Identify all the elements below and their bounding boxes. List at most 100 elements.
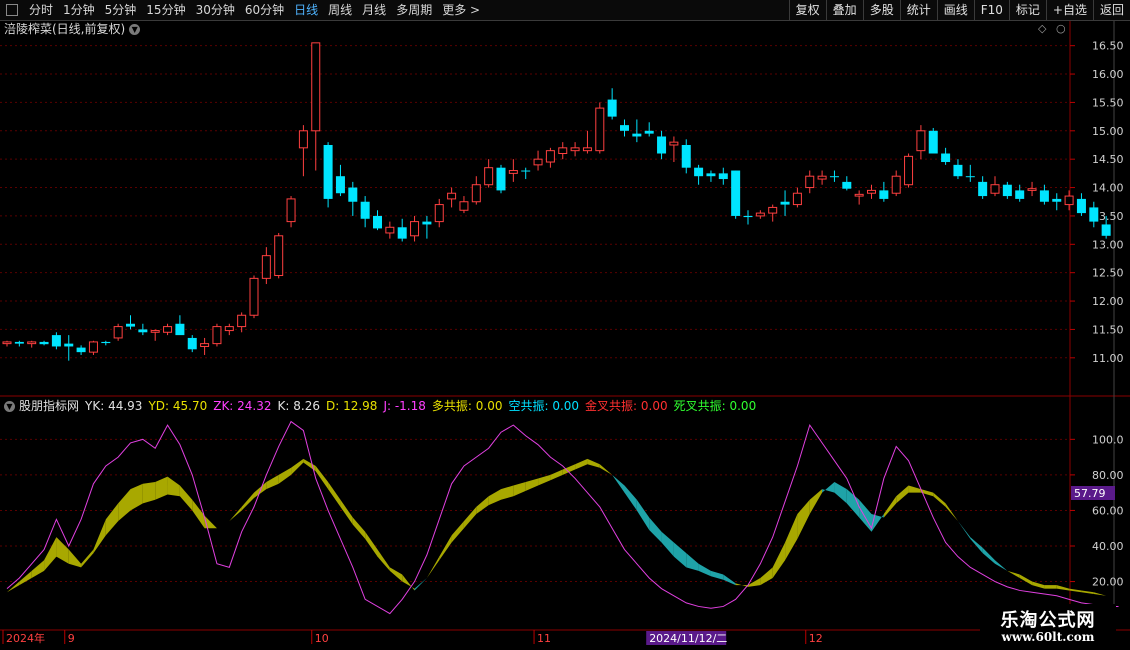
indicator-band-segment <box>167 476 180 497</box>
price-tick-label: 11.50 <box>1092 323 1124 336</box>
price-tick-label: 15.00 <box>1092 125 1124 138</box>
indicator-band-segment <box>797 499 810 539</box>
indicator-band-segment <box>81 549 94 568</box>
candle-body-up <box>595 107 605 152</box>
candle-body-down <box>360 201 370 219</box>
candle-body-up <box>669 141 679 146</box>
candle-body-down <box>941 153 951 163</box>
candle-body-down <box>743 215 753 218</box>
candle-body-down <box>657 136 667 154</box>
price-tick-label: 16.00 <box>1092 68 1124 81</box>
indicator-band-segment <box>883 496 897 518</box>
indicator-band-segment <box>266 474 279 490</box>
candle-body-down <box>335 176 345 194</box>
candle-body-up <box>410 221 420 237</box>
indicator-band-segment <box>488 489 501 506</box>
indicator-band-segment <box>68 549 82 568</box>
candle-body-up <box>1027 188 1037 191</box>
logo-text: 乐淘公式网 <box>1000 610 1096 631</box>
price-tick-label: 14.00 <box>1092 182 1124 195</box>
indicator-band-segment <box>155 476 168 500</box>
ind-tick-label: 60.00 <box>1092 504 1124 517</box>
candle-body-up <box>27 341 37 345</box>
j-line <box>6 420 1119 615</box>
candle-body-up <box>286 198 296 223</box>
indicator-band-segment <box>315 466 329 490</box>
candle-body-down <box>879 190 889 199</box>
ind-tick-label: 100.0 <box>1092 433 1124 446</box>
candle-body-down <box>175 323 185 336</box>
candle-body-up <box>434 204 444 223</box>
candle-body-down <box>101 341 111 344</box>
candle-body-up <box>249 277 259 316</box>
indicator-band-segment <box>612 474 625 493</box>
indicator-band-segment <box>970 537 983 554</box>
indicator-band-segment <box>550 469 563 481</box>
kline-chart[interactable]: 16.5016.0015.5015.0014.5014.0013.5013.00… <box>0 0 1130 650</box>
date-label: 10 <box>315 632 329 645</box>
indicator-band-segment <box>982 547 995 564</box>
indicator-band-segment <box>439 535 452 561</box>
candle-body-up <box>150 330 160 333</box>
candle-body-up <box>484 167 494 186</box>
candle-body-down <box>780 201 790 205</box>
indicator-band-segment <box>352 517 366 539</box>
candle-body-down <box>718 173 728 180</box>
candle-body-down <box>842 181 852 189</box>
indicator-band-segment <box>723 574 736 586</box>
candle-body-up <box>558 147 568 155</box>
ind-tick-label: 40.00 <box>1092 540 1124 553</box>
candle-body-up <box>805 175 815 189</box>
candle-body-up <box>88 341 98 353</box>
candle-body-down <box>1015 190 1025 199</box>
indicator-band-segment <box>426 556 440 578</box>
candle-body-down <box>607 99 617 117</box>
indicator-band-segment <box>365 531 378 557</box>
candle-body-down <box>706 173 716 177</box>
candle-body-down <box>187 337 197 350</box>
candle-body-down <box>348 187 358 202</box>
candle-body-down <box>126 323 135 327</box>
indicator-band-segment <box>834 482 847 504</box>
price-tick-label: 11.00 <box>1092 352 1124 365</box>
candle-body-down <box>1089 207 1099 222</box>
indicator-band-segment <box>525 478 539 491</box>
indicator-band-segment <box>414 578 427 591</box>
price-tick-label: 12.00 <box>1092 295 1124 308</box>
candle-body-up <box>768 206 778 214</box>
candle-body-down <box>138 329 148 333</box>
indicator-band-segment <box>933 492 946 507</box>
candle-body-up <box>237 314 247 328</box>
indicator-band-segment <box>649 517 662 543</box>
indicator-band-segment <box>501 485 514 500</box>
price-tick-label: 12.50 <box>1092 267 1124 280</box>
indicator-band-segment <box>945 503 958 522</box>
candle-body-down <box>39 341 49 345</box>
candle-body-down <box>644 130 654 134</box>
candle-body-down <box>1002 184 1012 197</box>
candle-body-down <box>496 167 506 191</box>
indicator-band-segment <box>661 531 674 557</box>
candle-body-up <box>471 184 481 203</box>
indicator-band-segment <box>377 549 390 571</box>
indicator-band-segment <box>1081 590 1094 594</box>
watermark-logo: 乐淘公式网 www.60lt.com <box>980 604 1116 650</box>
candle-body-up <box>311 42 321 132</box>
indicator-band-segment <box>130 483 143 511</box>
indicator-band-segment <box>451 521 464 543</box>
candle-body-up <box>545 150 555 163</box>
candle-body-up <box>916 130 926 152</box>
candle-body-down <box>1076 198 1086 214</box>
indicator-band-segment <box>698 563 711 577</box>
candle-body-up <box>533 158 543 166</box>
candle-body-down <box>51 335 61 347</box>
candle-body-up <box>891 175 901 194</box>
candle-body-up <box>261 255 271 279</box>
candle-body-up <box>459 201 469 211</box>
indicator-band-segment <box>118 489 131 522</box>
candle-body-up <box>508 170 518 174</box>
price-tick-label: 15.50 <box>1092 96 1124 109</box>
indicator-band-segment <box>402 574 415 591</box>
price-tick-label: 14.50 <box>1092 153 1124 166</box>
indicator-band-segment <box>871 514 884 532</box>
